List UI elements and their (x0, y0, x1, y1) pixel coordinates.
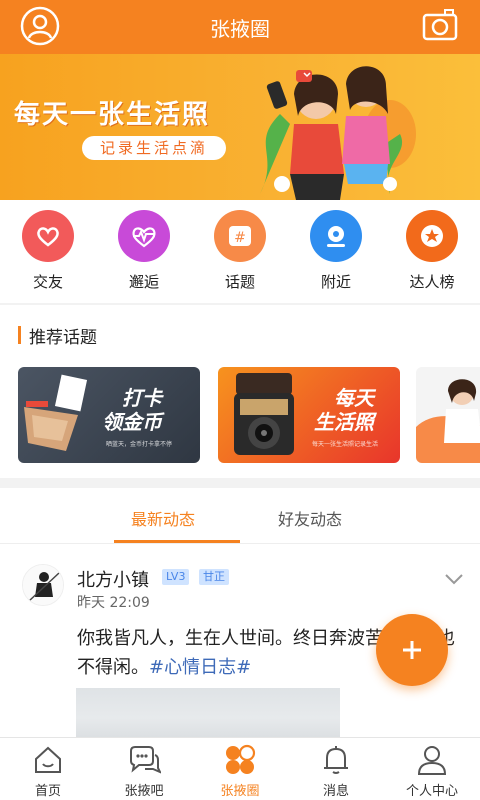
woman-portrait-illustration (416, 379, 480, 463)
nav-label: 消息 (322, 784, 349, 799)
location-icon (310, 210, 362, 262)
section-divider (0, 303, 480, 305)
user-avatar-icon (20, 6, 60, 46)
banner-tagline: 记录生活点滴 (82, 136, 227, 160)
nav-label: 张掖圈 (220, 784, 260, 799)
active-tab-indicator (114, 540, 240, 543)
category-label: 附近 (320, 273, 351, 291)
level-badge: LV3 (162, 569, 190, 585)
profile-button[interactable] (20, 6, 60, 46)
avatar[interactable] (22, 564, 64, 606)
location-badge: 甘正 (199, 569, 229, 585)
plus-icon (403, 641, 421, 659)
chat-bubbles-icon (130, 746, 161, 774)
camera-button[interactable] (422, 8, 458, 42)
nav-label: 张掖吧 (124, 784, 164, 799)
bell-icon (324, 746, 348, 774)
post-time: 昨天 22:09 (77, 595, 150, 611)
category-nearby[interactable]: 附近 (288, 200, 384, 300)
category-topics[interactable]: # 话题 (192, 200, 288, 300)
card-title-line2: 领金币 (102, 410, 162, 434)
page-title: 张掖圈 (210, 16, 270, 41)
topic-card-dailyphoto[interactable]: 每天 生活照 每天一张生活照记录生活 (218, 367, 400, 463)
bottom-nav: 首页 张掖吧 张掖圈 消息 个人中心 (0, 737, 480, 800)
hashtag-icon: # (214, 210, 266, 262)
nav-circle[interactable]: 张掖圈 (192, 738, 288, 800)
tab-friends[interactable]: 好友动态 (278, 506, 342, 530)
home-icon (35, 746, 61, 773)
nav-home[interactable]: 首页 (0, 738, 96, 800)
card-subtitle: 每天一张生活照记录生活 (312, 441, 379, 448)
category-bar: 交友 邂逅 # 话题 附近 达人榜 (0, 200, 480, 300)
retro-camera-illustration (234, 373, 294, 455)
svg-text:#: # (234, 230, 246, 246)
card-subtitle: 晒蓝天，金币打卡拿不停 (106, 441, 173, 448)
post-username[interactable]: 北方小镇 (77, 566, 149, 592)
heart-icon (22, 210, 74, 262)
person-icon (417, 746, 447, 775)
topic-card-partial[interactable] (416, 367, 480, 463)
banner-headline: 每天一张生活照 (14, 100, 211, 130)
tab-latest[interactable]: 最新动态 (131, 506, 195, 530)
nav-forum[interactable]: 张掖吧 (96, 738, 192, 800)
category-label: 交友 (32, 273, 63, 291)
new-post-button[interactable] (376, 614, 448, 686)
nav-label: 个人中心 (405, 784, 458, 799)
recommended-header: 推荐话题 (18, 325, 97, 348)
nav-label: 首页 (34, 784, 61, 799)
category-friends[interactable]: 交友 (0, 200, 96, 300)
topic-card-checkin[interactable]: 打卡 领金币 晒蓝天，金币打卡拿不停 (18, 367, 200, 463)
promo-banner[interactable]: 每天一张生活照 记录生活点滴 (0, 54, 480, 200)
category-leaderboard[interactable]: 达人榜 (384, 200, 480, 300)
category-encounter[interactable]: 邂逅 (96, 200, 192, 300)
topic-carousel[interactable]: 打卡 领金币 晒蓝天，金币打卡拿不停 每天 生活照 每天一张生活照记录生活 (18, 367, 480, 463)
category-label: 话题 (224, 273, 255, 291)
recommended-title: 推荐话题 (29, 327, 97, 348)
section-divider (0, 478, 480, 488)
top-bar: 张掖圈 (0, 0, 480, 54)
app-root: 张掖圈 每天一张生活照 记录生活点滴 交友 邂逅 # 话题 附近 达人榜 推荐话… (0, 0, 480, 800)
card-title-line1: 打卡 (122, 386, 162, 410)
nav-messages[interactable]: 消息 (288, 738, 384, 800)
chevron-down-icon[interactable] (444, 572, 464, 586)
card-title-line1: 每天 (334, 386, 374, 410)
selfie-illustration (260, 66, 416, 200)
nav-profile[interactable]: 个人中心 (384, 738, 480, 800)
section-accent-bar (18, 326, 21, 344)
user-photo (23, 565, 63, 605)
clover-icon (226, 744, 256, 774)
card-title-line2: 生活照 (314, 410, 374, 434)
feed-tabs: 最新动态 好友动态 (0, 488, 480, 544)
category-label: 邂逅 (128, 273, 159, 291)
star-badge-icon (406, 210, 458, 262)
checkin-illustration (24, 374, 88, 451)
heartbeat-icon (118, 210, 170, 262)
post-hashtag[interactable]: #心情日志# (149, 657, 251, 678)
camera-icon (422, 9, 458, 41)
category-label: 达人榜 (409, 273, 455, 291)
